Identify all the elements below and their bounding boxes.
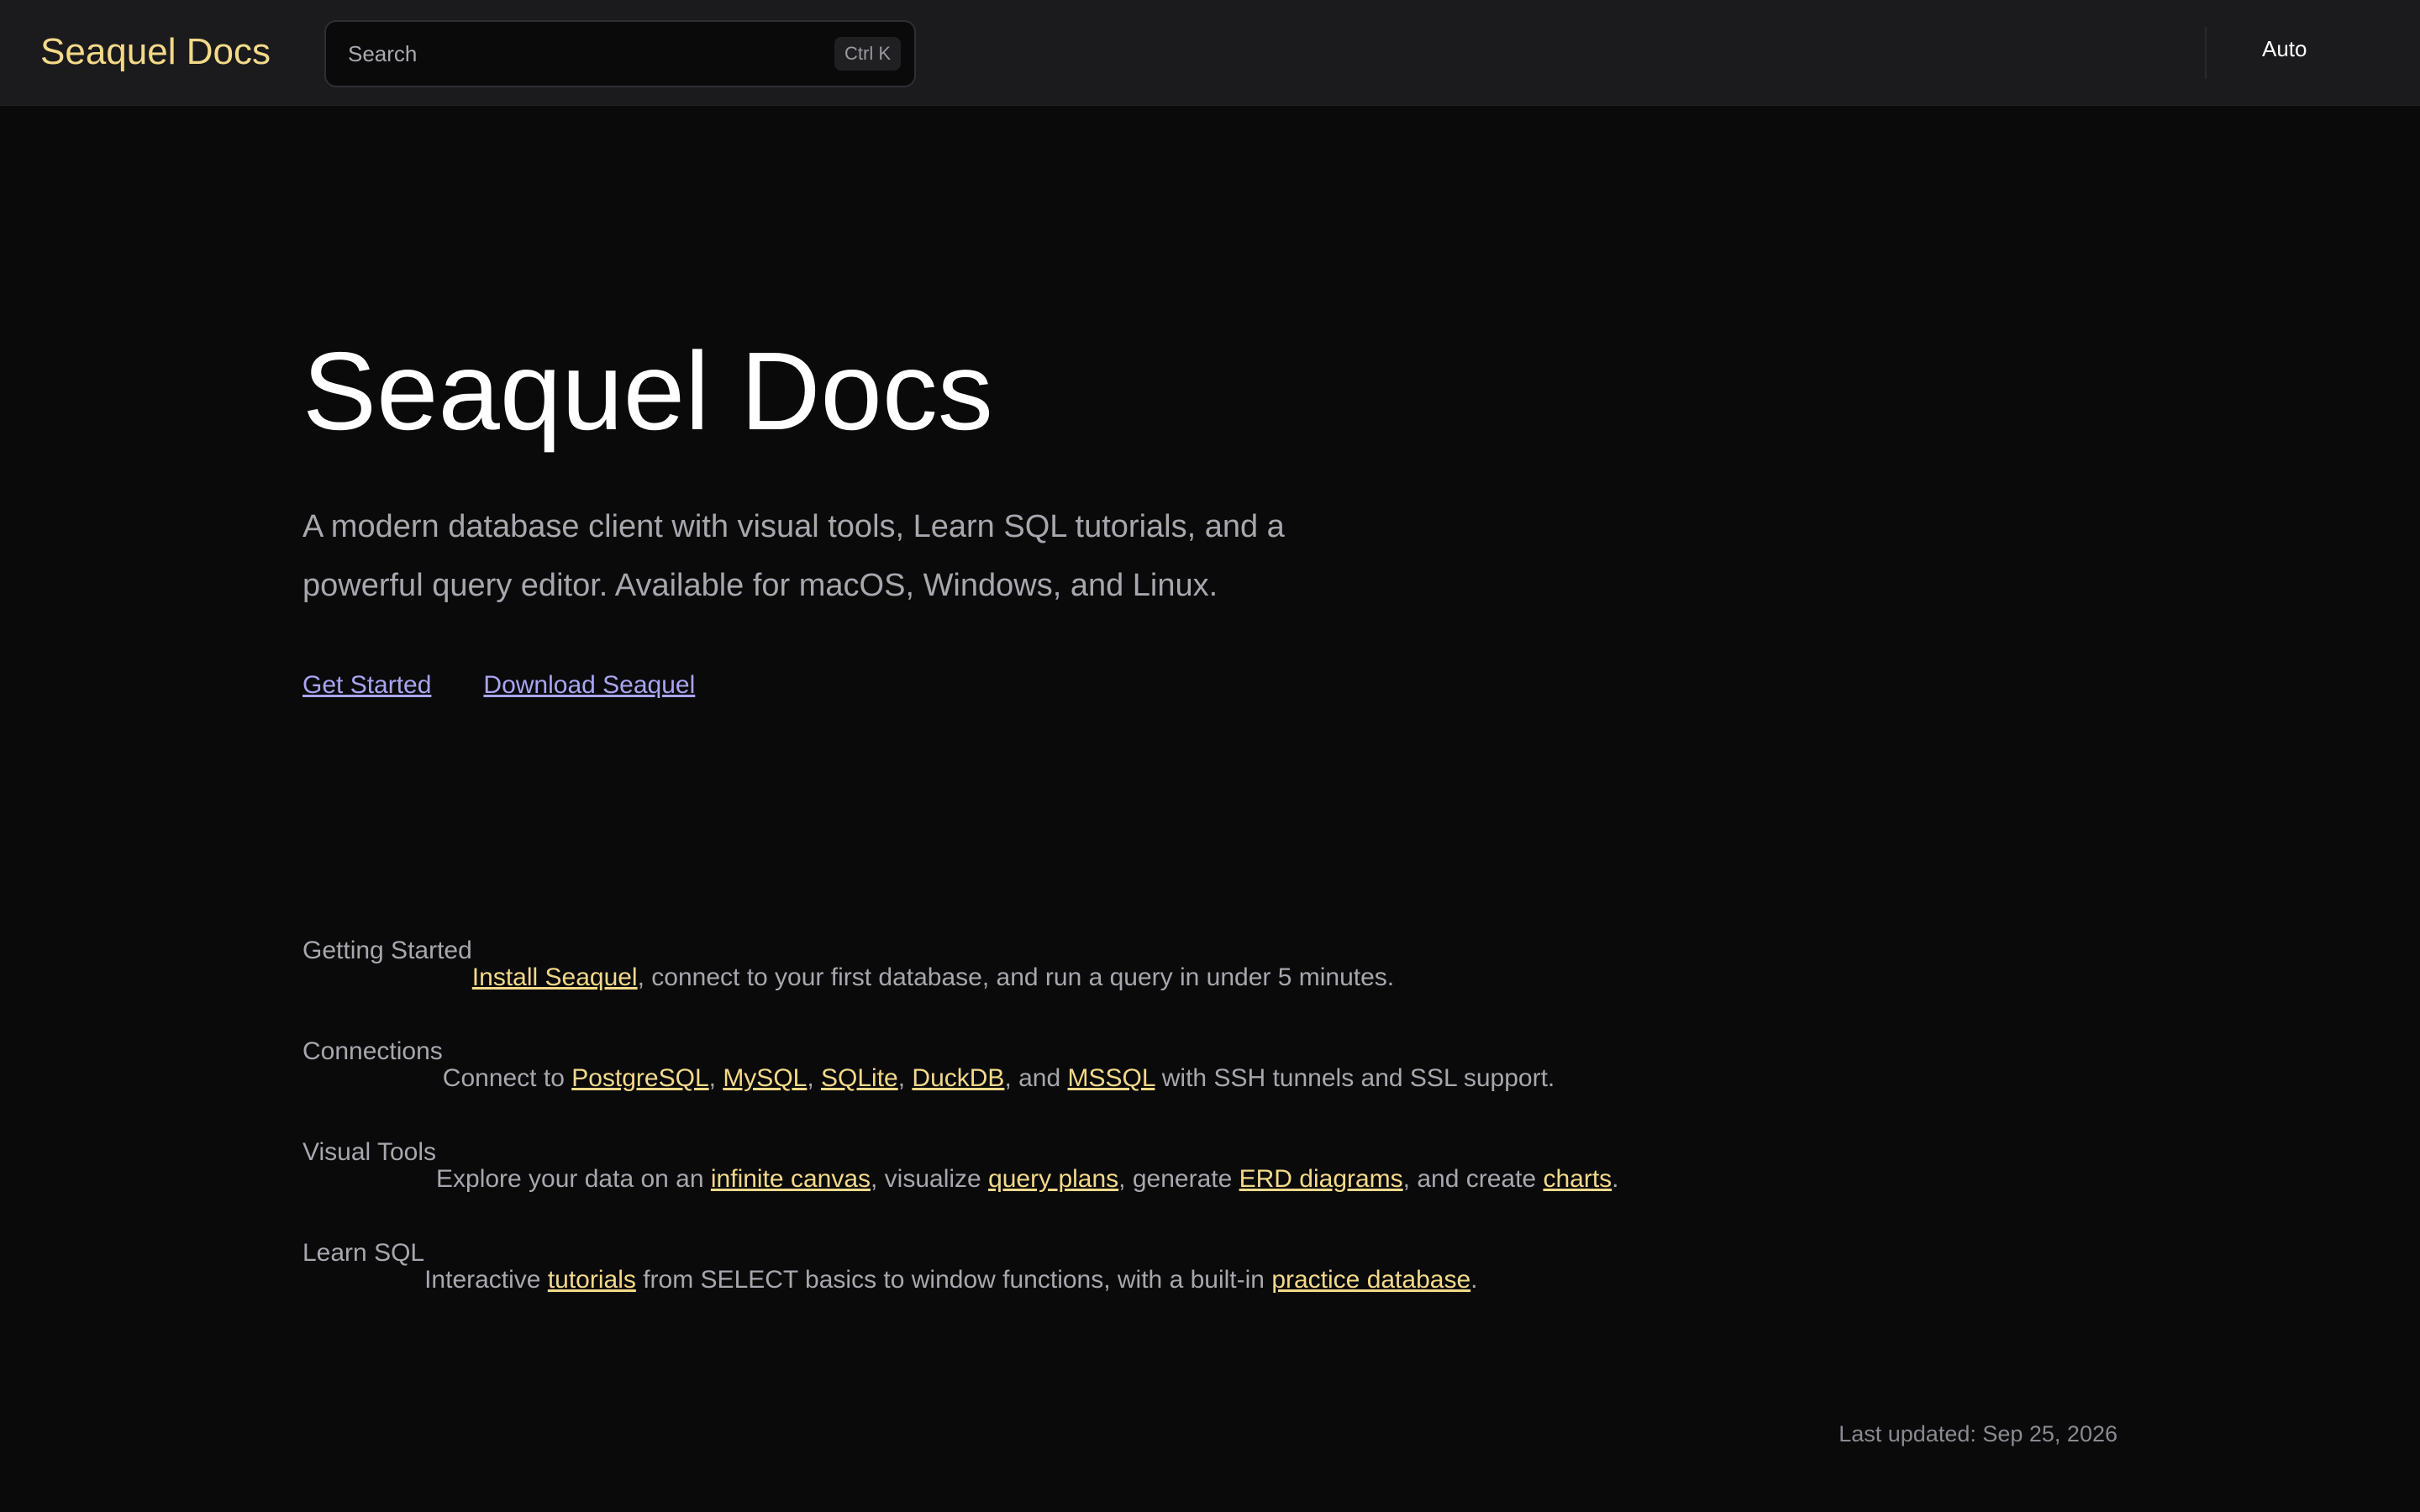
feature-text: , visualize bbox=[871, 1165, 989, 1193]
feature-text: , and create bbox=[1402, 1165, 1544, 1193]
feature-link[interactable]: infinite canvas bbox=[711, 1165, 871, 1193]
page-title: Seaquel Docs bbox=[302, 329, 993, 453]
feature-text: , generate bbox=[1118, 1165, 1239, 1193]
feature-text: . bbox=[1470, 1266, 1478, 1294]
hero-actions: Get Started Download Seaquel bbox=[302, 669, 1395, 702]
feature-description: Connect to PostgreSQL, MySQL, SQLite, Du… bbox=[443, 1065, 1555, 1092]
search-box[interactable]: Search Ctrl K bbox=[324, 20, 916, 87]
feature-item: Visual ToolsExplore your data on an infi… bbox=[302, 1139, 2067, 1240]
feature-text: , and bbox=[1004, 1064, 1068, 1092]
hero-subtitle: A modern database client with visual too… bbox=[302, 509, 1285, 603]
feature-text: Explore your data on an bbox=[436, 1165, 711, 1193]
feature-link[interactable]: DuckDB bbox=[912, 1064, 1004, 1092]
search-shortcut-badge: Ctrl K bbox=[834, 37, 901, 71]
feature-link[interactable]: tutorials bbox=[548, 1266, 636, 1294]
feature-link[interactable]: ERD diagrams bbox=[1239, 1165, 1403, 1193]
feature-item: ConnectionsConnect to PostgreSQL, MySQL,… bbox=[302, 1038, 2067, 1139]
hero-section: Seaquel Docs A modern database client wi… bbox=[302, 328, 1395, 702]
feature-text: , bbox=[897, 1064, 913, 1092]
feature-link[interactable]: practice database bbox=[1271, 1266, 1470, 1294]
feature-text: , bbox=[807, 1064, 822, 1092]
get-started-link[interactable]: Get Started bbox=[302, 669, 431, 702]
theme-toggle-button[interactable]: Auto bbox=[2262, 34, 2307, 64]
feature-text: , connect to your first database, and ru… bbox=[637, 963, 1395, 991]
feature-text: , bbox=[708, 1064, 723, 1092]
feature-text: with SSH tunnels and SSL support. bbox=[1155, 1064, 1555, 1092]
feature-link[interactable]: SQLite bbox=[821, 1064, 898, 1092]
feature-description: Interactive tutorials from SELECT basics… bbox=[424, 1267, 1477, 1294]
header-divider bbox=[2205, 27, 2207, 79]
feature-link[interactable]: MSSQL bbox=[1068, 1064, 1155, 1092]
feature-item: Getting StartedInstall Seaquel, connect … bbox=[302, 937, 2067, 1038]
site-logo-link[interactable]: Seaquel Docs bbox=[40, 29, 271, 76]
search-placeholder: Search bbox=[348, 41, 418, 66]
top-navigation-bar: Seaquel Docs Search Ctrl K Auto bbox=[0, 0, 2420, 106]
feature-description: Install Seaquel, connect to your first d… bbox=[472, 964, 1394, 991]
feature-link[interactable]: query plans bbox=[988, 1165, 1118, 1193]
feature-text: Connect to bbox=[442, 1064, 572, 1092]
feature-link[interactable]: Install Seaquel bbox=[472, 963, 638, 991]
feature-title: Visual Tools bbox=[302, 1138, 436, 1166]
last-updated-text: Last updated: Sep 25, 2026 bbox=[1839, 1421, 2118, 1446]
feature-title: Learn SQL bbox=[302, 1239, 425, 1267]
feature-text: . bbox=[1612, 1165, 1619, 1193]
feature-text: Interactive bbox=[424, 1266, 548, 1294]
feature-link[interactable]: MySQL bbox=[723, 1064, 807, 1092]
feature-description: Explore your data on an infinite canvas,… bbox=[436, 1166, 1619, 1193]
feature-link[interactable]: charts bbox=[1543, 1165, 1612, 1193]
feature-title: Connections bbox=[302, 1037, 443, 1065]
feature-text: from SELECT basics to window functions, … bbox=[635, 1266, 1272, 1294]
feature-link[interactable]: PostgreSQL bbox=[571, 1064, 708, 1092]
feature-title: Getting Started bbox=[302, 937, 472, 964]
download-seaquel-link[interactable]: Download Seaquel bbox=[483, 669, 695, 702]
feature-list: Getting StartedInstall Seaquel, connect … bbox=[302, 937, 2067, 1341]
feature-item: Learn SQLInteractive tutorials from SELE… bbox=[302, 1240, 2067, 1341]
